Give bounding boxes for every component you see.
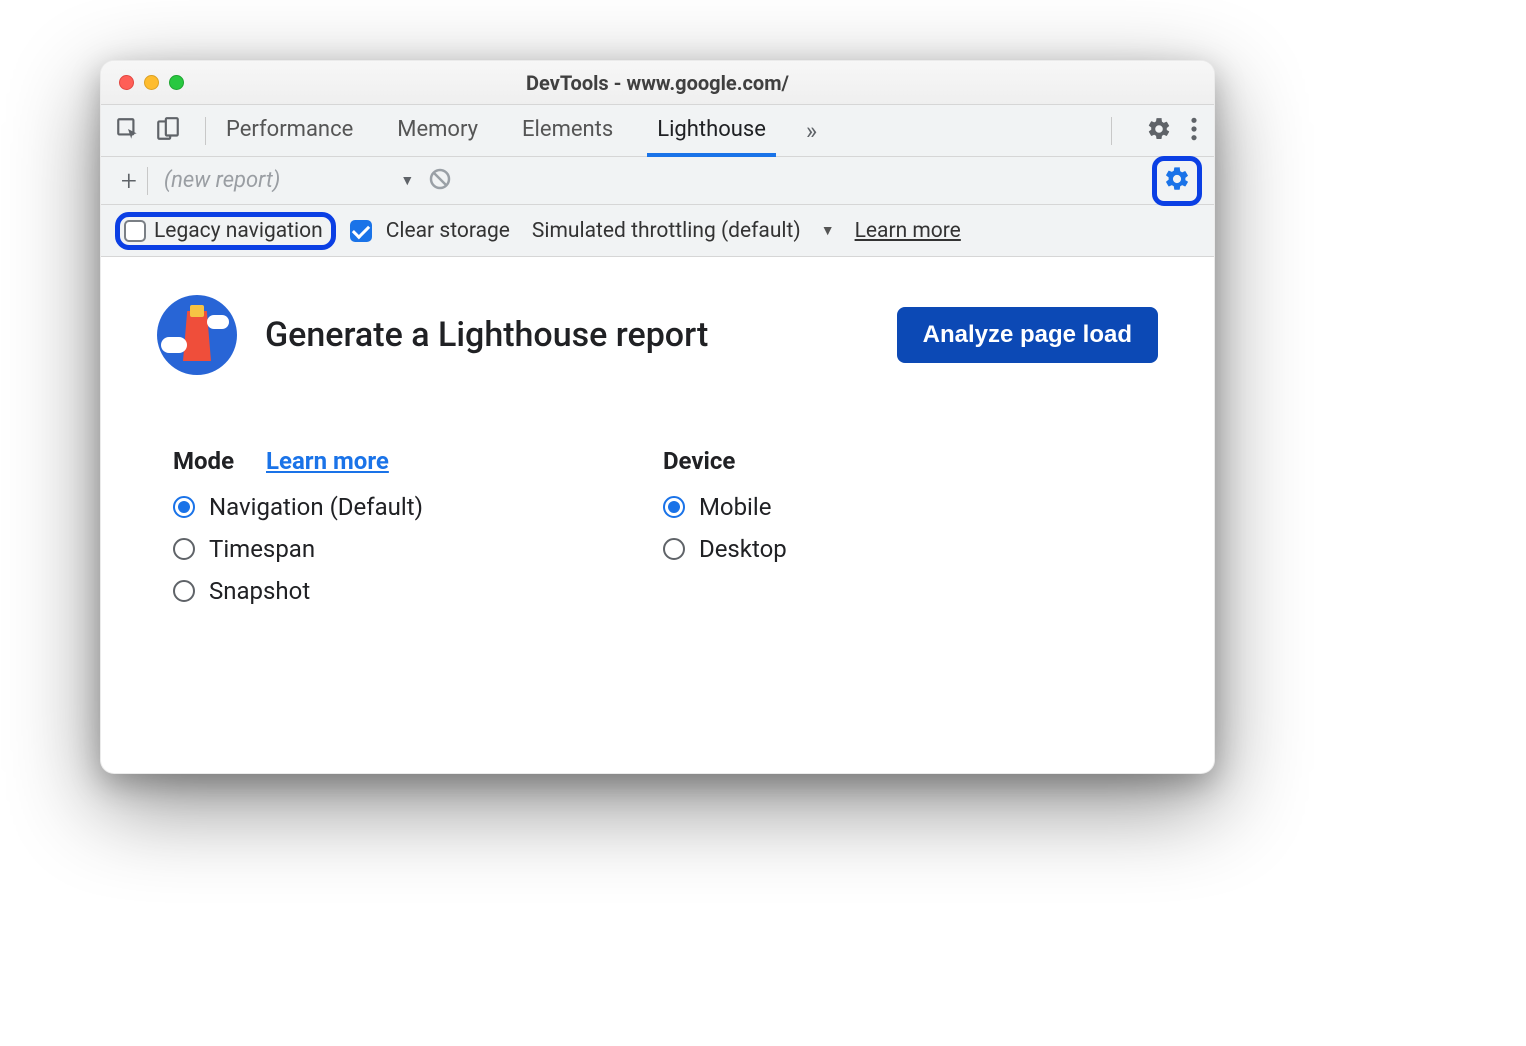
- lighthouse-main: Generate a Lighthouse report Analyze pag…: [101, 257, 1214, 635]
- mode-option-label: Navigation (Default): [209, 493, 423, 521]
- page-title: Generate a Lighthouse report: [265, 315, 708, 355]
- divider: [1111, 117, 1112, 145]
- tab-performance[interactable]: Performance: [222, 107, 357, 154]
- lighthouse-logo-icon: [157, 295, 237, 375]
- mode-section: Mode Learn more Navigation (Default) Tim…: [157, 447, 423, 605]
- tab-lighthouse[interactable]: Lighthouse: [653, 107, 770, 154]
- lighthouse-settings-gear-icon[interactable]: [1163, 165, 1191, 197]
- radio-icon: [663, 538, 685, 560]
- divider: [205, 117, 206, 145]
- titlebar: DevTools - www.google.com/: [101, 61, 1214, 105]
- device-toggle-icon[interactable]: [155, 116, 181, 146]
- legacy-navigation-checkbox[interactable]: [124, 220, 146, 242]
- mode-option-timespan[interactable]: Timespan: [173, 535, 423, 563]
- window-title: DevTools - www.google.com/: [101, 71, 1214, 95]
- throttling-dropdown-icon[interactable]: ▼: [815, 222, 841, 239]
- mode-option-label: Timespan: [209, 535, 315, 563]
- throttling-label: Simulated throttling (default): [532, 219, 801, 243]
- tab-memory[interactable]: Memory: [393, 107, 482, 154]
- lighthouse-subbar: + (new report) ▼: [101, 157, 1214, 205]
- new-report-button[interactable]: +: [111, 164, 147, 197]
- hero-row: Generate a Lighthouse report Analyze pag…: [157, 295, 1158, 375]
- radio-icon: [663, 496, 685, 518]
- lighthouse-settings-highlight: [1152, 156, 1202, 206]
- device-option-mobile[interactable]: Mobile: [663, 493, 787, 521]
- legacy-navigation-highlight: Legacy navigation: [115, 212, 336, 250]
- inspect-element-icon[interactable]: [115, 116, 141, 146]
- mode-heading: Mode: [173, 447, 234, 475]
- radio-icon: [173, 496, 195, 518]
- mode-option-snapshot[interactable]: Snapshot: [173, 577, 423, 605]
- clear-storage-label: Clear storage: [386, 219, 510, 243]
- analyze-page-load-button[interactable]: Analyze page load: [897, 307, 1158, 363]
- settings-gear-icon[interactable]: [1146, 116, 1172, 146]
- mode-learn-more-link[interactable]: Learn more: [266, 447, 389, 475]
- report-name[interactable]: (new report): [154, 168, 281, 193]
- radio-icon: [173, 538, 195, 560]
- settings-learn-more-link[interactable]: Learn more: [855, 219, 961, 243]
- device-option-desktop[interactable]: Desktop: [663, 535, 787, 563]
- device-option-label: Desktop: [699, 535, 787, 563]
- report-dropdown-icon[interactable]: ▼: [280, 172, 428, 189]
- legacy-navigation-label: Legacy navigation: [154, 219, 323, 243]
- devtools-tabbar: Performance Memory Elements Lighthouse »: [101, 105, 1214, 157]
- clear-icon[interactable]: [428, 167, 452, 195]
- mode-option-navigation[interactable]: Navigation (Default): [173, 493, 423, 521]
- lighthouse-settings-bar: Legacy navigation Clear storage Simulate…: [101, 205, 1214, 257]
- tab-elements[interactable]: Elements: [518, 107, 617, 154]
- devtools-window: DevTools - www.google.com/ Performance M…: [100, 60, 1215, 774]
- divider: [147, 167, 148, 195]
- device-heading: Device: [663, 447, 735, 475]
- device-section: Device Mobile Desktop: [663, 447, 787, 605]
- more-menu-icon[interactable]: [1190, 116, 1198, 146]
- mode-option-label: Snapshot: [209, 577, 310, 605]
- more-tabs-icon[interactable]: »: [806, 117, 817, 145]
- clear-storage-checkbox[interactable]: [350, 220, 372, 242]
- device-option-label: Mobile: [699, 493, 772, 521]
- radio-icon: [173, 580, 195, 602]
